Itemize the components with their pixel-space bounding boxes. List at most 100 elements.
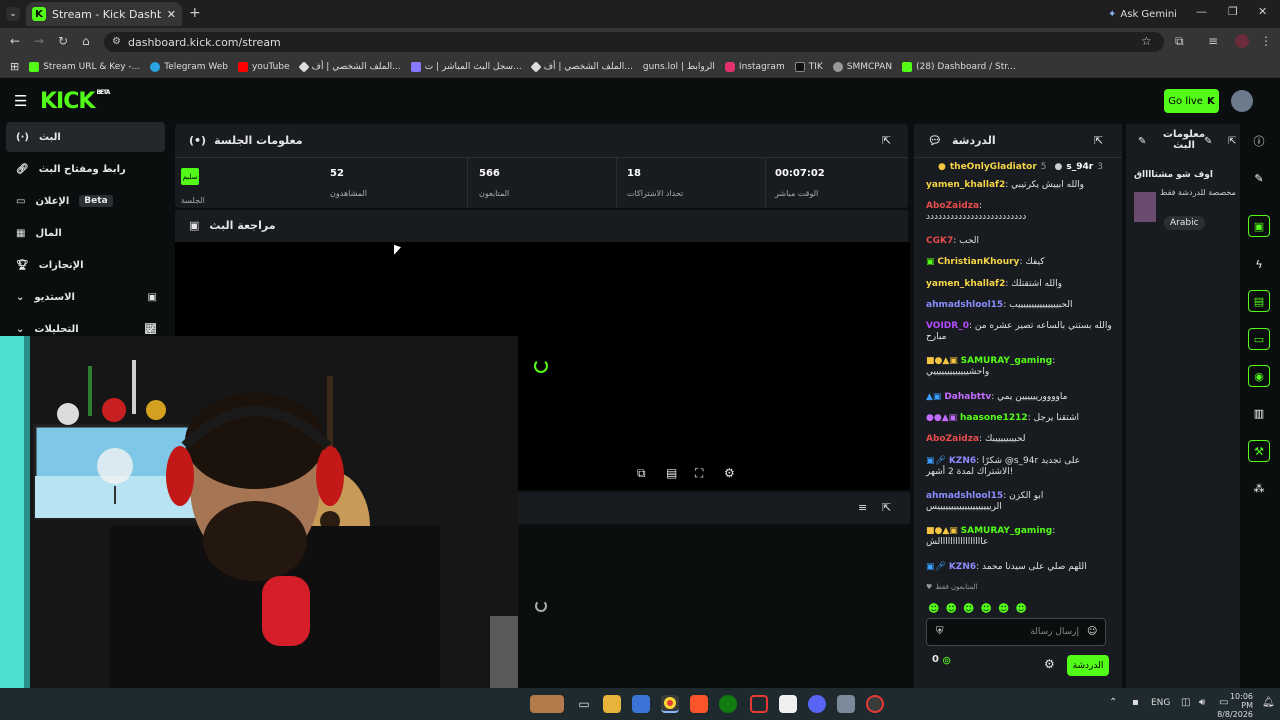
xbox-icon[interactable] xyxy=(719,695,737,713)
new-tab-icon[interactable]: + xyxy=(189,5,201,21)
bookmark-item[interactable]: SMMCPAN xyxy=(832,61,892,72)
brave-icon[interactable] xyxy=(690,695,708,713)
stream-category[interactable]: مخصصة للدردشة فقط xyxy=(1160,188,1236,198)
home-icon[interactable]: ⌂ xyxy=(82,34,90,48)
bookmark-item[interactable]: TIK xyxy=(794,61,823,72)
hamburger-menu-icon[interactable]: ☰ xyxy=(14,92,27,110)
chat-username[interactable]: yamen_khallaf2 xyxy=(926,279,1005,289)
sidebar-item-stream-key[interactable]: 🔗︎ رابط ومفتاح البث xyxy=(6,154,165,184)
popout-icon[interactable]: ⇱ xyxy=(882,501,891,514)
restore-icon[interactable]: ❐ xyxy=(1228,5,1238,18)
chat-username[interactable]: ahmadshlool15 xyxy=(926,491,1003,501)
settings-icon[interactable] xyxy=(837,695,855,713)
sidebar-item-ads[interactable]: ▭ الإعلان Beta xyxy=(6,186,165,216)
sidebar-item-money[interactable]: ▦ المال xyxy=(6,218,165,248)
microsoft-store-icon[interactable] xyxy=(632,695,650,713)
mini-player-icon[interactable]: ⧉ xyxy=(637,466,646,481)
discord-icon[interactable] xyxy=(808,695,826,713)
browser-menu-icon[interactable]: ⋮ xyxy=(1260,34,1272,48)
popout-icon[interactable]: ⇱ xyxy=(1094,134,1103,147)
network-icon[interactable]: ◫ xyxy=(1181,697,1190,708)
go-live-button[interactable]: Go live K xyxy=(1164,89,1219,113)
edit-pencil-icon[interactable]: ✎ xyxy=(1138,136,1146,147)
input-language[interactable]: ENG xyxy=(1151,698,1170,708)
back-icon[interactable]: ← xyxy=(10,34,20,48)
theater-mode-icon[interactable]: ▤ xyxy=(666,466,677,480)
edit-icon[interactable]: ✎ xyxy=(1248,167,1270,189)
popout-icon[interactable]: ⇱ xyxy=(882,134,891,147)
kick-logo[interactable]: KICK BETA xyxy=(40,89,110,114)
chat-username[interactable]: KZN6 xyxy=(949,562,976,572)
bookmark-item[interactable]: Telegram Web xyxy=(150,61,228,72)
user-avatar[interactable] xyxy=(1231,90,1253,112)
snipping-tool-icon[interactable] xyxy=(750,695,768,713)
forward-icon[interactable]: → xyxy=(34,34,44,48)
volume-icon[interactable]: 🔊︎ xyxy=(1199,697,1205,708)
edit-pencil-icon[interactable]: ✎ xyxy=(1204,136,1212,147)
wrench-icon[interactable]: ⚒ xyxy=(1248,440,1270,462)
bookmark-item[interactable]: Instagram xyxy=(724,61,785,72)
bookmark-item[interactable]: الملف الشخصي | أف... xyxy=(297,60,401,73)
chat-username[interactable]: ChristianKhoury xyxy=(937,257,1019,267)
mod-tools-icon[interactable]: ▣ xyxy=(1248,215,1270,237)
apps-icon[interactable]: ⊞ xyxy=(10,60,19,73)
reading-list-icon[interactable]: ≡ xyxy=(1208,34,1218,48)
popout-icon[interactable]: ⇱ xyxy=(1228,136,1236,147)
category-thumbnail[interactable] xyxy=(1134,192,1156,222)
chat-send-button[interactable]: الدردشة xyxy=(1067,655,1109,676)
reload-icon[interactable]: ↻ xyxy=(58,34,68,48)
bookmark-item[interactable]: الملف الشخصي | أف... xyxy=(530,60,633,73)
chat-username[interactable]: VOIDR_0 xyxy=(926,321,969,331)
chat-username[interactable]: SAMURAY_gaming xyxy=(961,526,1053,536)
chat-username[interactable]: haasone1212 xyxy=(960,413,1028,423)
extensions-icon[interactable]: ⧉ xyxy=(1175,34,1184,49)
site-info-icon[interactable]: ⚙ xyxy=(112,36,121,47)
weather-widget-icon[interactable] xyxy=(530,695,564,713)
chat-username[interactable]: yamen_khallaf2 xyxy=(926,180,1005,190)
clock[interactable]: 10:06 PM 8/8/2026 xyxy=(1217,692,1253,719)
profile-avatar[interactable] xyxy=(1235,34,1249,48)
broadcast-icon[interactable]: ◉ xyxy=(1248,365,1270,387)
chat-username[interactable]: AboZaidza xyxy=(926,434,979,444)
close-tab-icon[interactable]: ✕ xyxy=(167,8,176,21)
bookmark-item[interactable]: (28) Dashboard / Str... xyxy=(902,61,1016,72)
minimize-icon[interactable]: — xyxy=(1196,5,1207,18)
tray-app-icon[interactable]: ▪ xyxy=(1132,697,1139,708)
file-explorer-icon[interactable] xyxy=(603,695,621,713)
top-user-name[interactable]: theOnlyGladiator xyxy=(950,162,1037,172)
chat-username[interactable]: KZN6 xyxy=(949,456,976,466)
close-window-icon[interactable]: ✕ xyxy=(1258,5,1267,18)
emoji-icon[interactable]: ☺ xyxy=(1087,626,1097,637)
filter-icon[interactable]: ≡ xyxy=(858,501,867,514)
share-icon[interactable]: ⁂ xyxy=(1248,477,1270,499)
address-bar[interactable]: dashboard.kick.com/stream xyxy=(104,32,1164,52)
chat-message-input[interactable]: إرسال رسالة xyxy=(926,618,1106,646)
tab-search-icon[interactable]: ⌄ xyxy=(6,7,20,21)
chat-username[interactable]: Dahabttv xyxy=(944,392,991,402)
bookmark-star-icon[interactable]: ☆ xyxy=(1141,34,1152,48)
settings-gear-icon[interactable]: ⚙ xyxy=(724,466,735,480)
obs-icon[interactable] xyxy=(866,695,884,713)
capcut-icon[interactable] xyxy=(779,695,797,713)
task-view-icon[interactable]: ▭ xyxy=(575,695,593,713)
sidebar-item-stream[interactable]: (·) البث xyxy=(6,122,165,152)
chat-username[interactable]: AboZaidza xyxy=(926,201,979,211)
layers-icon[interactable]: ▥ xyxy=(1248,402,1270,424)
chat-username[interactable]: ahmadshlool15 xyxy=(926,300,1003,310)
bookmark-item[interactable]: youTube xyxy=(237,61,290,72)
chrome-icon[interactable] xyxy=(661,695,679,713)
tab-kick-dashboard[interactable]: K Stream - Kick Dashboard ✕ xyxy=(26,2,182,26)
chat-icon[interactable]: ▭ xyxy=(1248,328,1270,350)
info-icon[interactable]: ⓘ xyxy=(1248,130,1270,152)
bookmark-item[interactable]: Stream URL & Key -... xyxy=(29,61,140,72)
top-user-name[interactable]: s_94r xyxy=(1066,162,1093,172)
clipboard-icon[interactable]: ▤ xyxy=(1248,290,1270,312)
tray-chevron-icon[interactable]: ⌃ xyxy=(1109,697,1117,708)
bookmark-item[interactable]: guns.lol | الروابط xyxy=(643,62,715,72)
chat-username[interactable]: CGK7 xyxy=(926,236,953,246)
sidebar-item-studio[interactable]: ⌄ الاستديو ▣ xyxy=(6,282,165,312)
sidebar-item-achievements[interactable]: 🏆︎ الإنجازات xyxy=(6,250,165,280)
shield-icon[interactable]: ⛨ xyxy=(936,626,944,637)
lightning-icon[interactable]: ϟ xyxy=(1248,253,1270,275)
chat-username[interactable]: SAMURAY_gaming xyxy=(961,356,1053,366)
